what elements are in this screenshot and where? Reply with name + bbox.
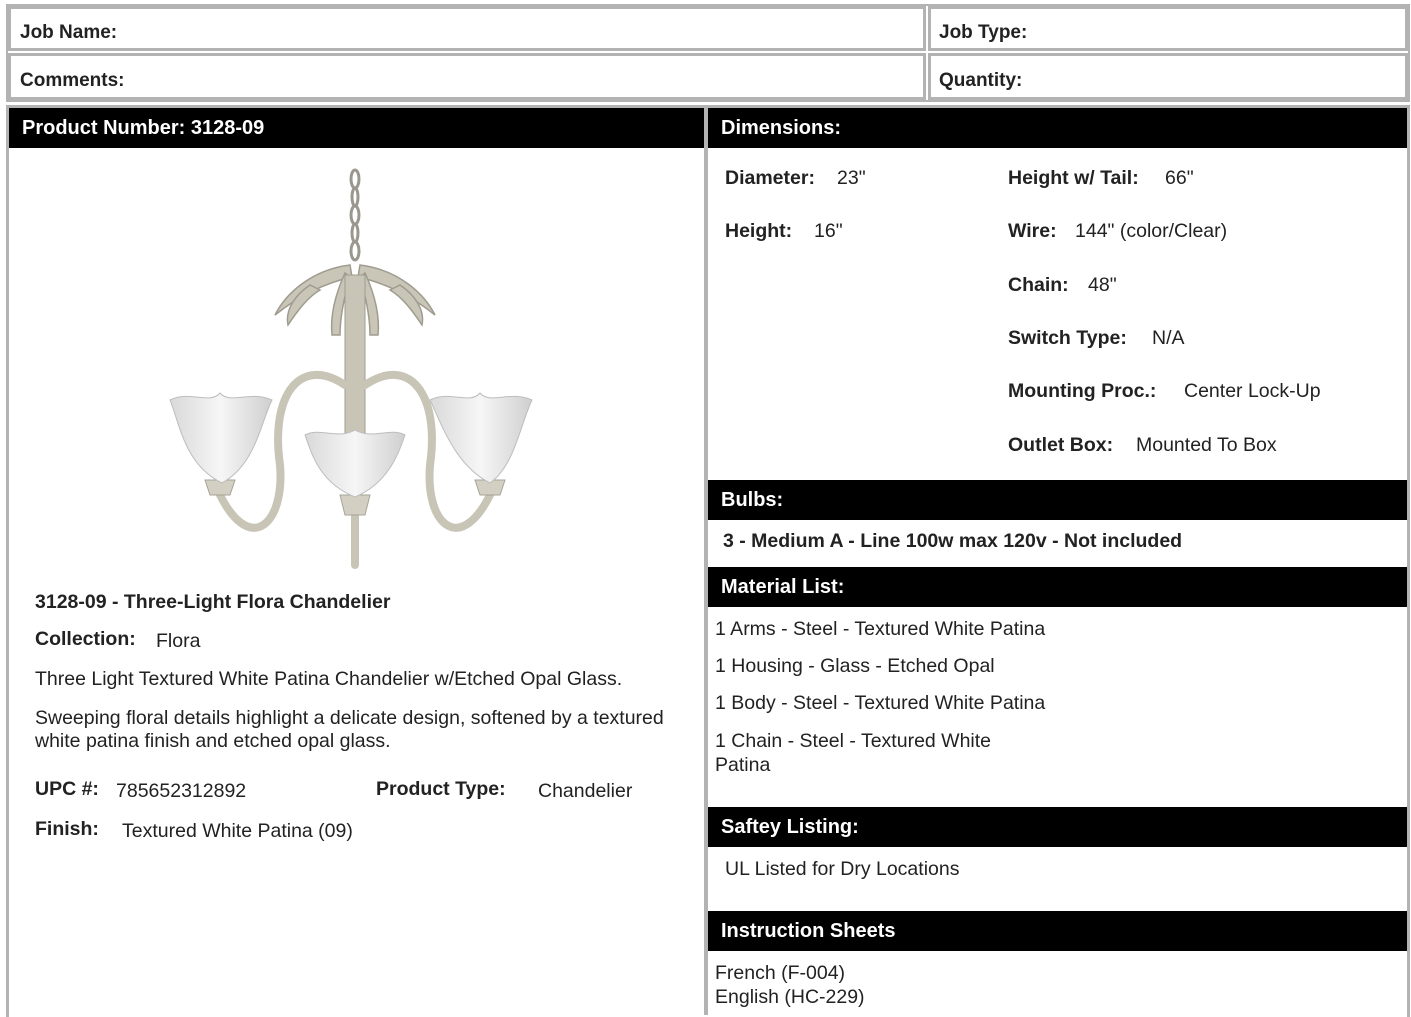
job-type-label: Job Type: [939,22,1028,43]
outlet-box-value: Mounted To Box [1136,434,1277,456]
product-feature: Sweeping floral details highlight a deli… [35,707,664,752]
upc-label: UPC #: [35,778,99,800]
height-tail-value: 66" [1165,167,1194,189]
product-title: 3128-09 - Three-Light Flora Chandelier [35,591,391,613]
height-value: 16" [814,220,843,242]
chain-label: Chain: [1008,274,1069,296]
bulbs-text: 3 - Medium A - Line 100w max 120v - Not … [723,530,1183,552]
product-type-value: Chandelier [538,780,633,802]
wire-value: 144" (color/Clear) [1075,220,1228,242]
comments-cell[interactable]: Comments: [8,53,926,100]
wire-label: Wire: [1008,220,1057,242]
instruction-sheet-link[interactable]: French (F-004) [715,962,845,985]
material-item: 1 Arms - Steel - Textured White Patina [715,618,1046,640]
material-item: 1 Chain - Steel - Textured White [715,730,992,752]
instruction-sheet-link[interactable]: English (HC-229) [715,986,865,1009]
finish-value: Textured White Patina (09) [122,820,353,842]
job-name-label: Job Name: [20,22,118,43]
switch-type-value: N/A [1152,327,1185,349]
finish-label: Finish: [35,818,99,840]
column-divider [704,105,708,1015]
comments-label: Comments: [20,70,125,91]
bulbs-header: Bulbs: [708,480,1407,520]
product-description: Three Light Textured White Patina Chande… [35,668,623,690]
diameter-value: 23" [837,167,866,189]
product-type-label: Product Type: [376,778,506,800]
mounting-value: Center Lock-Up [1184,380,1321,402]
upc-value: 785652312892 [116,780,247,802]
dimensions-header: Dimensions: [708,108,1407,148]
height-tail-label: Height w/ Tail: [1008,167,1139,189]
material-item: 1 Housing - Glass - Etched Opal [715,655,995,677]
safety-listing-header: Saftey Listing: [708,807,1407,847]
material-item-continued: Patina [715,754,771,776]
height-label: Height: [725,220,793,242]
job-name-cell[interactable]: Job Name: [8,6,926,51]
quantity-label: Quantity: [939,70,1023,91]
diameter-label: Diameter: [725,167,815,189]
mounting-label: Mounting Proc.: [1008,380,1157,402]
collection-label: Collection: [35,628,136,650]
job-type-cell[interactable]: Job Type: [928,6,1408,51]
quantity-cell[interactable]: Quantity: [928,53,1408,100]
instruction-sheets-header: Instruction Sheets [708,911,1407,951]
safety-listing-text: UL Listed for Dry Locations [725,858,960,880]
switch-type-label: Switch Type: [1008,327,1127,349]
product-number-header: Product Number: 3128-09 [9,108,704,148]
outlet-box-label: Outlet Box: [1008,434,1114,456]
collection-value: Flora [156,630,201,652]
chain-value: 48" [1088,274,1117,296]
material-item: 1 Body - Steel - Textured White Patina [715,692,1046,714]
material-list-header: Material List: [708,567,1407,607]
chandelier-image [169,168,533,569]
